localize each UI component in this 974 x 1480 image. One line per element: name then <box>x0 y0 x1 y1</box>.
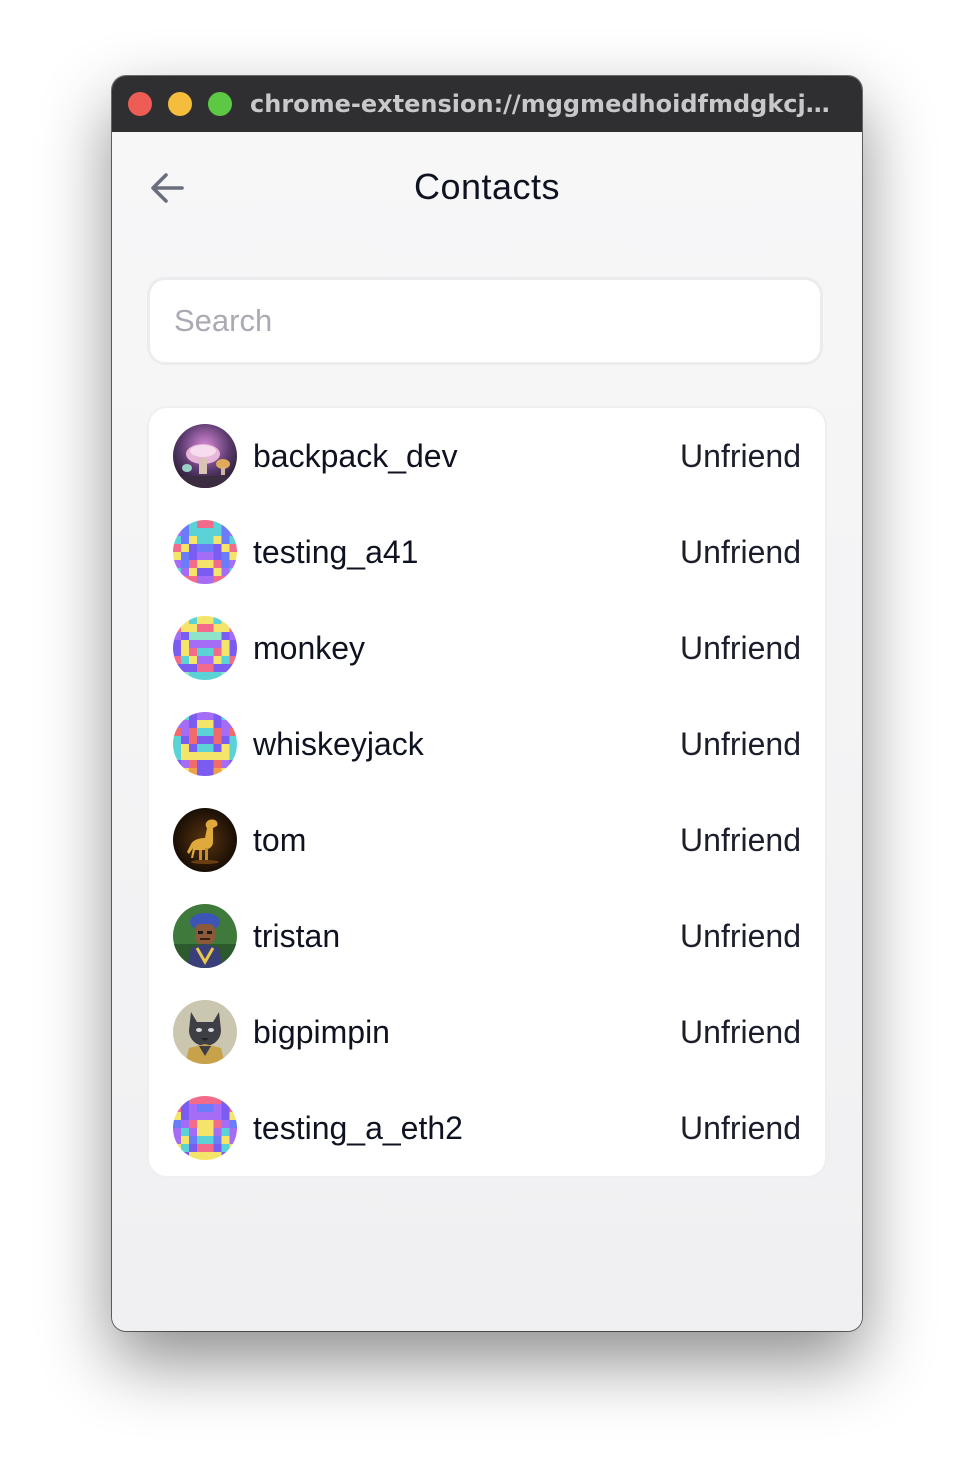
page-title: Contacts <box>413 166 561 207</box>
list-item: tom Unfriend <box>149 792 825 888</box>
avatar[interactable] <box>173 904 237 968</box>
window-url: chrome-extension://mggmedhoidfmdgkcjeja.… <box>250 90 840 118</box>
list-item: monkey Unfriend <box>149 600 825 696</box>
contact-username: tristan <box>253 918 341 954</box>
contacts-list: backpack_dev Unfriend testing_a41 Unfrie… <box>147 406 827 1178</box>
unfriend-button[interactable]: Unfriend <box>680 433 801 479</box>
contacts-page: Contacts Search backpack_dev Unfriend te… <box>112 132 862 1331</box>
contact-username: testing_a41 <box>253 534 419 570</box>
window-titlebar: chrome-extension://mggmedhoidfmdgkcjeja.… <box>112 76 862 132</box>
close-window-button[interactable] <box>128 92 152 116</box>
avatar[interactable] <box>173 424 237 488</box>
avatar[interactable] <box>173 712 237 776</box>
avatar[interactable] <box>173 520 237 584</box>
list-item: testing_a41 Unfriend <box>149 504 825 600</box>
search-box[interactable] <box>147 277 823 365</box>
minimize-window-button[interactable] <box>168 92 192 116</box>
contact-username: testing_a_eth2 <box>253 1110 463 1146</box>
list-item: tristan Unfriend <box>149 888 825 984</box>
avatar[interactable] <box>173 616 237 680</box>
list-item: whiskeyjack Unfriend <box>149 696 825 792</box>
list-item: bigpimpin Unfriend <box>149 984 825 1080</box>
avatar[interactable] <box>173 1096 237 1160</box>
unfriend-button[interactable]: Unfriend <box>680 721 801 767</box>
zoom-window-button[interactable] <box>208 92 232 116</box>
list-item: backpack_dev Unfriend <box>149 408 825 504</box>
extension-window: chrome-extension://mggmedhoidfmdgkcjeja.… <box>112 76 862 1331</box>
contact-username: tom <box>253 822 307 858</box>
contact-username: whiskeyjack <box>253 726 424 762</box>
avatar[interactable] <box>173 808 237 872</box>
unfriend-button[interactable]: Unfriend <box>680 817 801 863</box>
unfriend-button[interactable]: Unfriend <box>680 1105 801 1151</box>
unfriend-button[interactable]: Unfriend <box>680 625 801 671</box>
contact-username: backpack_dev <box>253 438 458 474</box>
list-item: testing_a_eth2 Unfriend <box>149 1080 825 1176</box>
unfriend-button[interactable]: Unfriend <box>680 1009 801 1055</box>
unfriend-button[interactable]: Unfriend <box>680 529 801 575</box>
contact-username: monkey <box>253 630 366 666</box>
avatar[interactable] <box>173 1000 237 1064</box>
search-input[interactable] <box>174 280 794 362</box>
unfriend-button[interactable]: Unfriend <box>680 913 801 959</box>
contact-username: bigpimpin <box>253 1014 390 1050</box>
